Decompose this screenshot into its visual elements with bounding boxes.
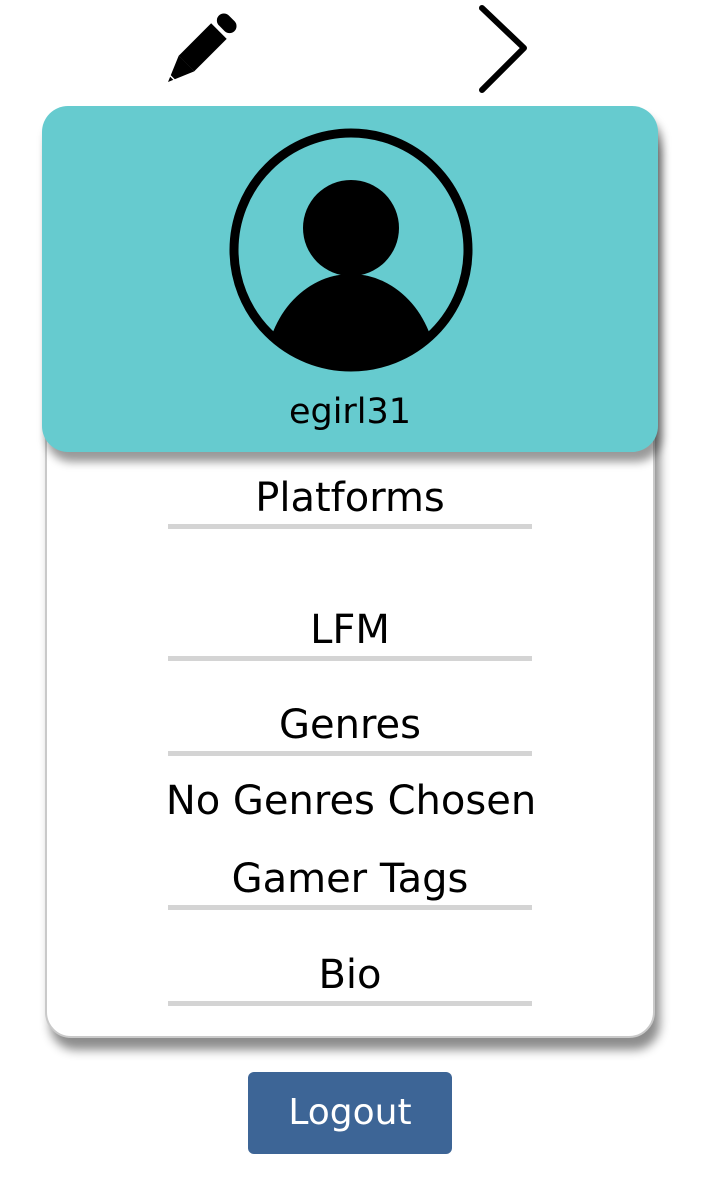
bio-heading: Bio — [318, 952, 382, 998]
gamer-tags-heading: Gamer Tags — [231, 856, 469, 902]
logout-button[interactable]: Logout — [248, 1072, 452, 1154]
bio-section: Bio — [168, 951, 532, 1006]
genres-section: Genres — [168, 701, 532, 756]
lfm-section: LFM — [168, 606, 532, 661]
chevron-right-icon — [479, 5, 527, 93]
platforms-heading: Platforms — [255, 475, 445, 521]
genres-heading: Genres — [279, 702, 421, 748]
profile-header: egirl31 — [42, 106, 658, 452]
bio-divider — [168, 1001, 532, 1006]
username: egirl31 — [288, 392, 412, 432]
lfm-heading: LFM — [310, 607, 390, 653]
platforms-section: Platforms — [168, 474, 532, 529]
next-button[interactable] — [470, 2, 536, 100]
profile-page: egirl31 Platforms LFM Genres No Genres C… — [0, 0, 702, 1192]
genres-empty-text: No Genres Chosen — [165, 778, 537, 824]
pencil-icon — [167, 13, 237, 83]
lfm-divider — [168, 656, 532, 661]
gamer-tags-section: Gamer Tags — [168, 855, 532, 910]
platforms-divider — [168, 524, 532, 529]
user-avatar-icon — [226, 124, 476, 376]
edit-profile-button[interactable] — [148, 4, 246, 102]
genres-divider — [168, 751, 532, 756]
gamer-tags-divider — [168, 905, 532, 910]
